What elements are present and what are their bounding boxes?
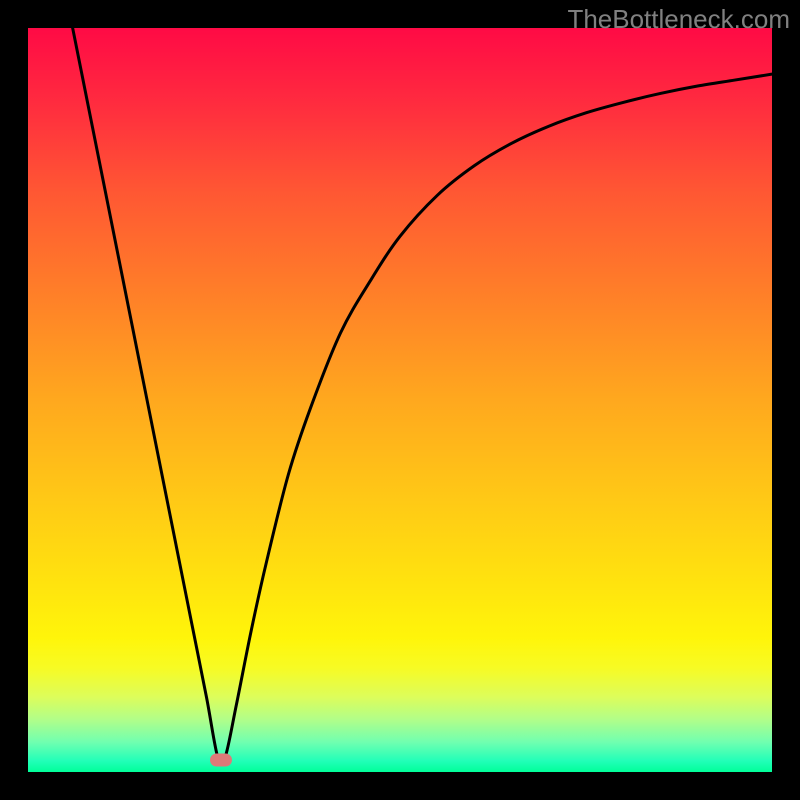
- optimum-marker: [210, 754, 232, 767]
- bottleneck-curve: [73, 28, 772, 764]
- plot-area: [28, 28, 772, 772]
- watermark-text: TheBottleneck.com: [567, 4, 790, 35]
- chart-container: TheBottleneck.com: [0, 0, 800, 800]
- curve-layer: [28, 28, 772, 772]
